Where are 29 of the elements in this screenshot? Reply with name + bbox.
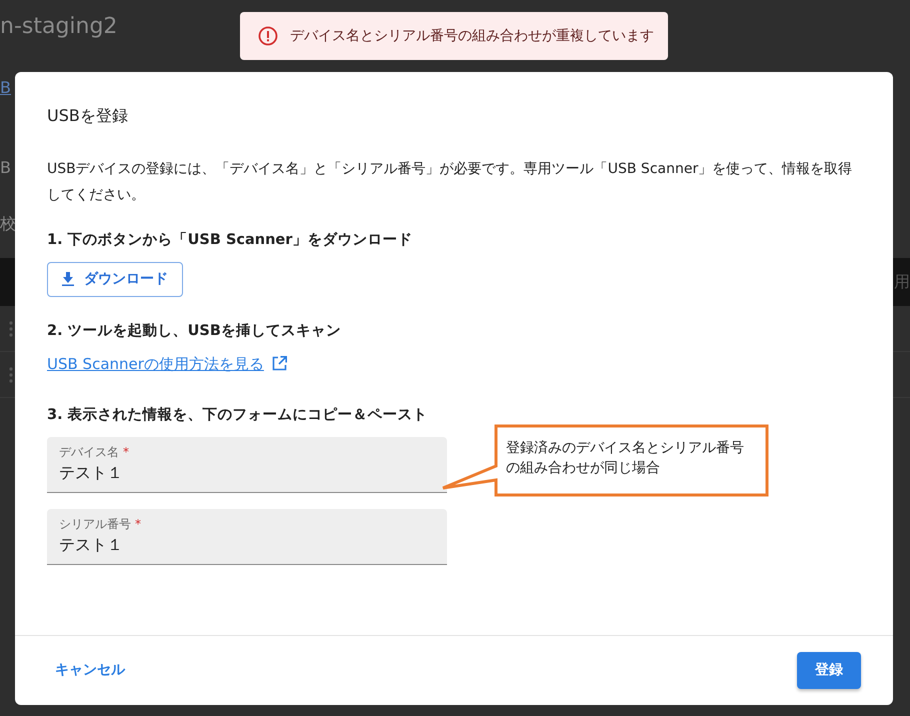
external-link-icon[interactable] — [272, 356, 287, 372]
background-link[interactable]: B — [0, 78, 11, 97]
step-heading: 2. ツールを起動し、USBを挿してスキャン — [47, 322, 342, 341]
text-field[interactable]: シリアル番号 * テスト１ — [47, 508, 447, 565]
more-icon[interactable] — [8, 320, 14, 338]
dialog-title: USBを登録 — [47, 106, 128, 125]
more-icon[interactable] — [8, 366, 14, 384]
field-label: デバイス名 — [59, 444, 119, 459]
input-field[interactable]: テスト１ — [59, 532, 435, 557]
text-field[interactable]: デバイス名 * テスト１ — [47, 436, 447, 493]
background-text: 用 — [894, 272, 910, 291]
step-heading: 1. 下のボタンから「USB Scanner」をダウンロード — [47, 231, 414, 250]
background-text: B — [0, 158, 11, 177]
required-mark: * — [135, 516, 141, 531]
required-mark: * — [123, 444, 129, 459]
description-text: USBデバイスの登録には、「デバイス名」と「シリアル番号」が必要です。専用ツール「USB Scanner」を使って、情報を取得してください。 — [47, 160, 854, 205]
cancel-button[interactable]: キャンセル — [43, 654, 137, 687]
download-button[interactable]: ダウンロード — [47, 262, 183, 297]
callout-text: 登録済みのデバイス名とシリアル番号の組み合わせが同じ場合 — [506, 439, 745, 478]
register-button[interactable]: 登録 — [797, 652, 861, 689]
help-link[interactable]: USB Scannerの使用方法を見る — [47, 352, 264, 375]
toast-message: デバイス名とシリアル番号の組み合わせが重複しています — [290, 26, 654, 46]
input-field[interactable]: テスト１ — [59, 460, 435, 485]
field-label: シリアル番号 — [59, 516, 131, 531]
error-icon — [258, 26, 278, 46]
background-text: 校 — [0, 214, 16, 233]
site-title: n-staging2 — [0, 14, 118, 39]
step-heading: 3. 表示された情報を、下のフォームにコピー＆ペースト — [47, 406, 429, 425]
download-icon — [62, 272, 74, 286]
